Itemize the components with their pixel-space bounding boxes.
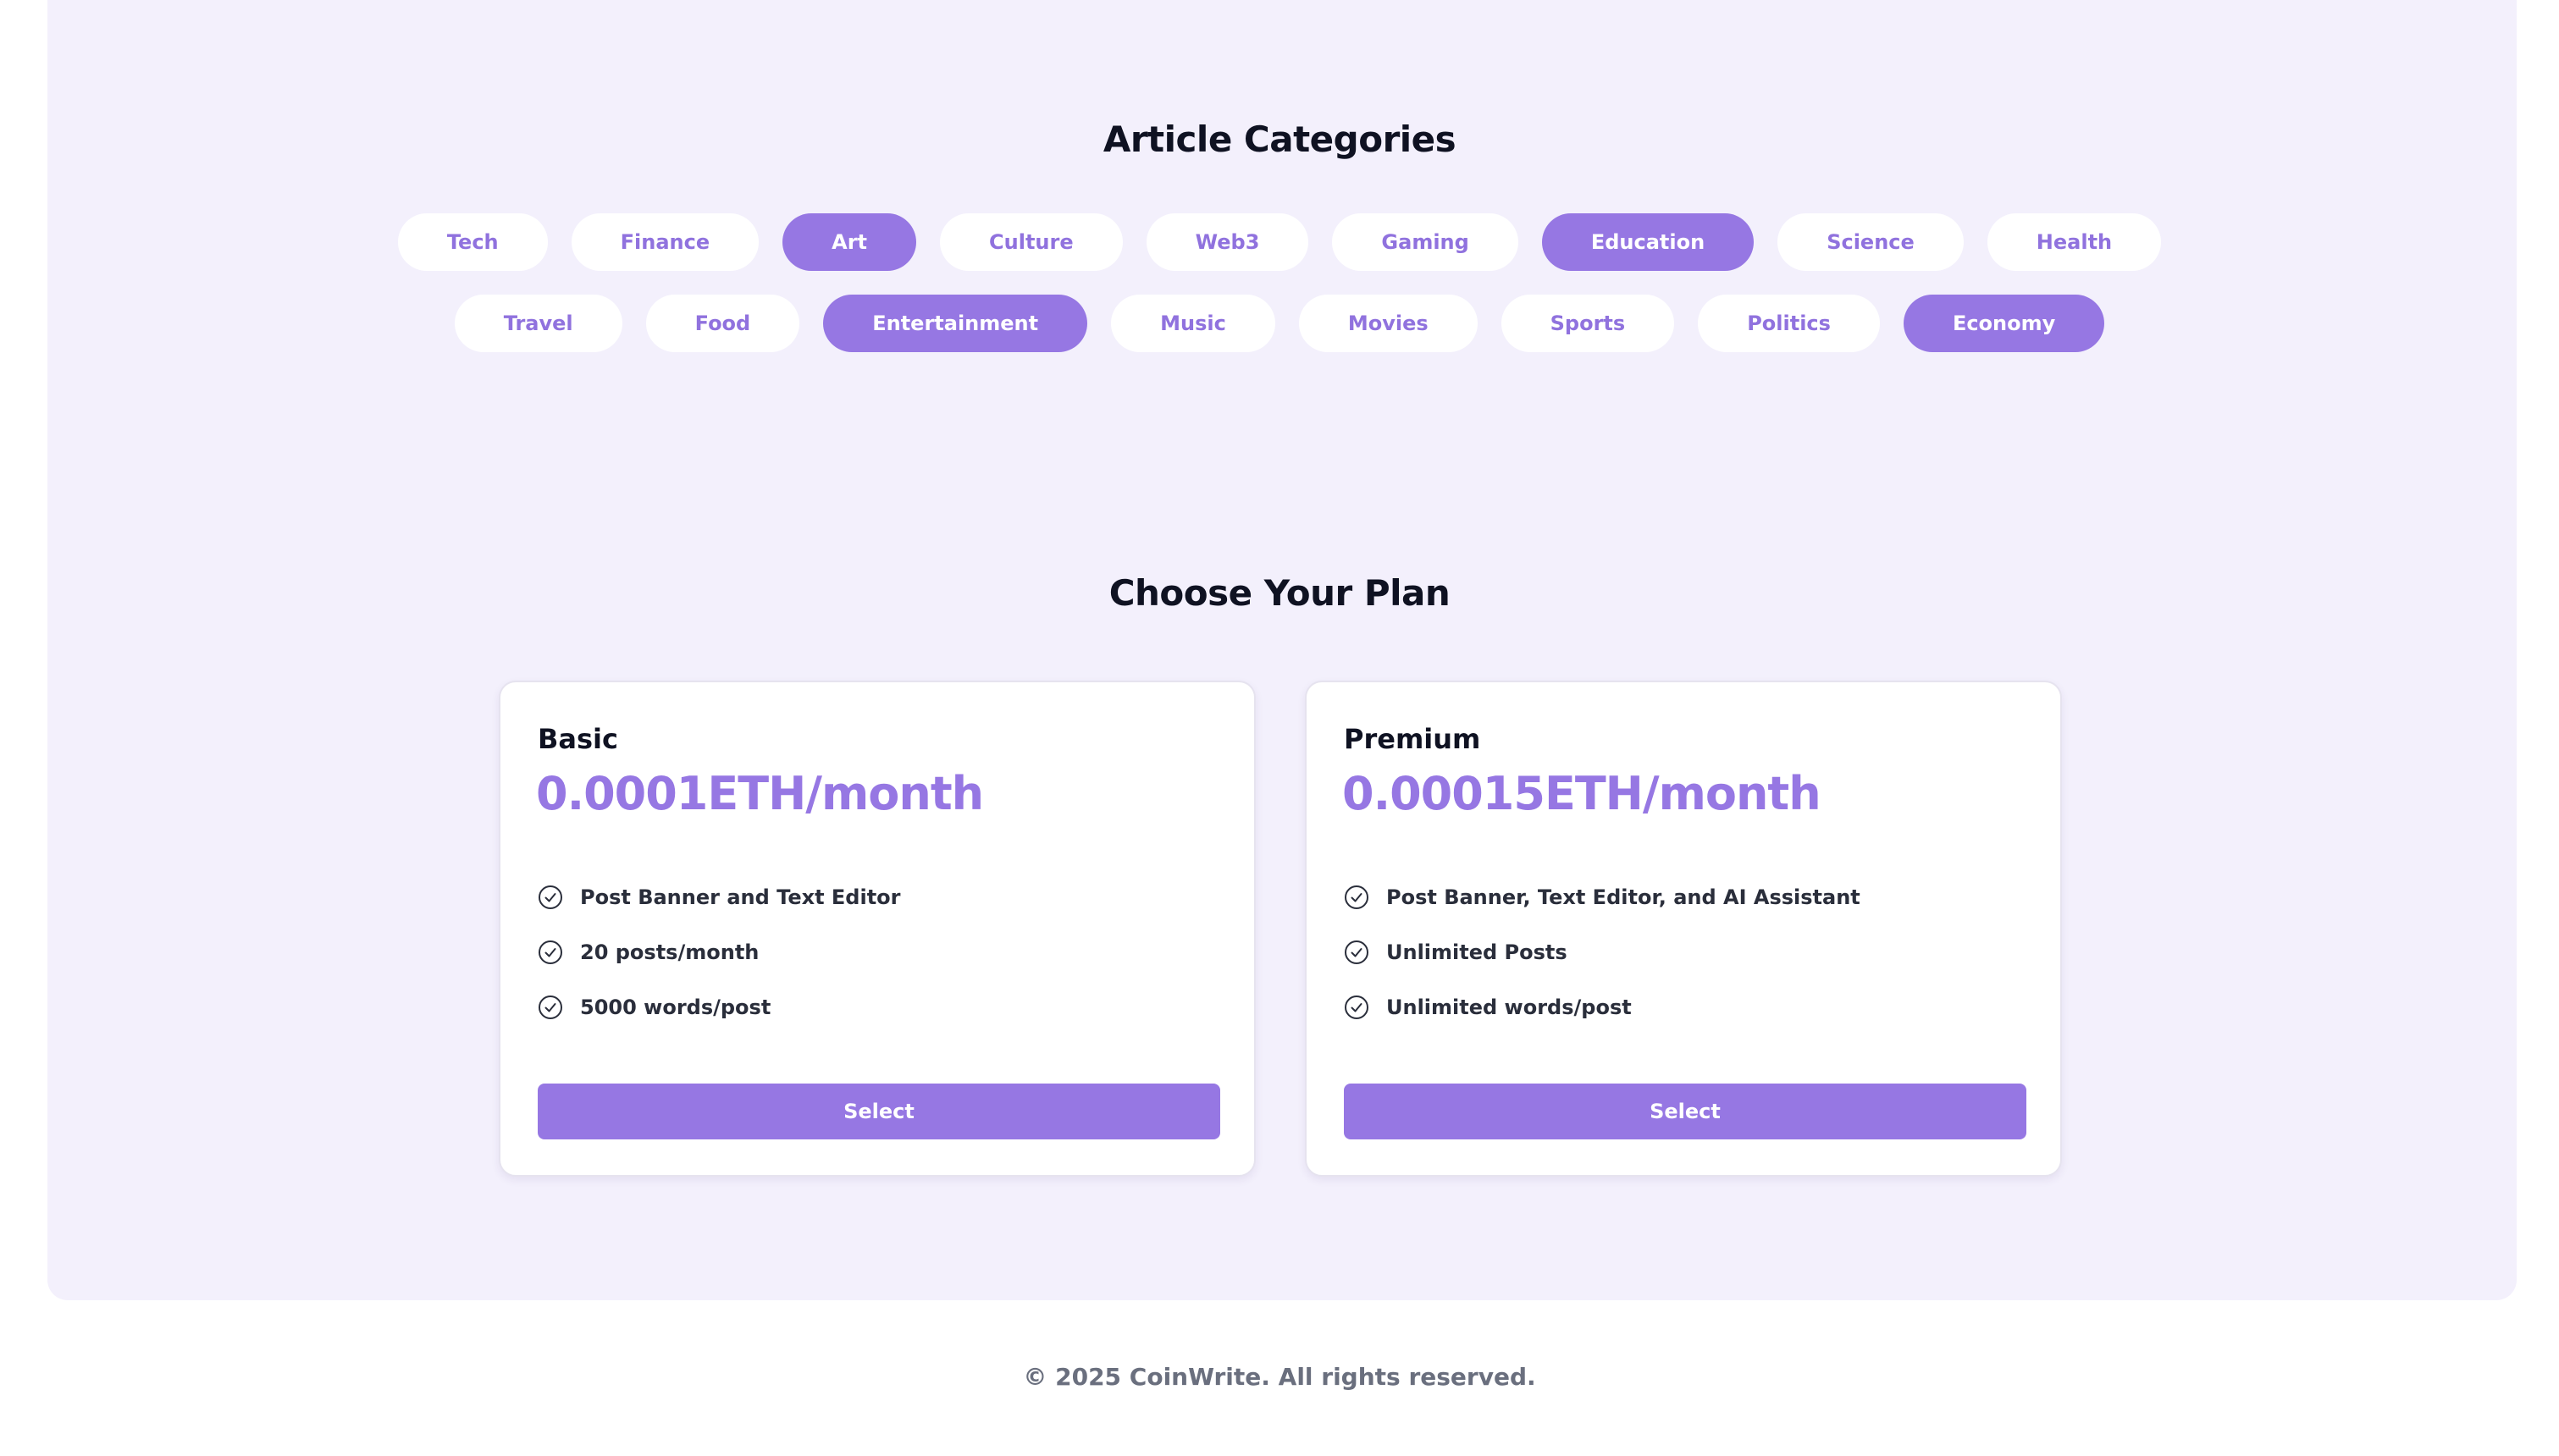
category-chip-science[interactable]: Science	[1777, 213, 1964, 271]
feature-text: 20 posts/month	[580, 940, 760, 964]
category-chip-politics[interactable]: Politics	[1698, 295, 1880, 352]
plan-card-basic: Basic 0.0001ETH/month Post Banner and Te…	[499, 681, 1256, 1177]
feature-text: 5000 words/post	[580, 995, 771, 1019]
category-chip-education[interactable]: Education	[1541, 213, 1755, 271]
feature-text: Post Banner and Text Editor	[580, 885, 901, 909]
category-chip-finance[interactable]: Finance	[571, 213, 760, 271]
select-premium-button[interactable]: Select	[1344, 1084, 2026, 1139]
feature-item: 20 posts/month	[538, 939, 901, 966]
category-chip-culture[interactable]: Culture	[940, 213, 1123, 271]
plan-card-premium: Premium 0.00015ETH/month Post Banner, Te…	[1305, 681, 2062, 1177]
category-chip-tech[interactable]: Tech	[397, 213, 548, 271]
content-panel	[47, 0, 2517, 1300]
category-chip-economy[interactable]: Economy	[1903, 295, 2105, 352]
category-chip-travel[interactable]: Travel	[454, 295, 622, 352]
plan-name: Basic	[538, 723, 618, 755]
categories-title: Article Categories	[1103, 119, 1456, 160]
feature-list: Post Banner and Text Editor 20 posts/mon…	[538, 884, 901, 1049]
feature-item: 5000 words/post	[538, 994, 901, 1021]
check-circle-icon	[538, 940, 563, 965]
footer-copyright: © 2025 CoinWrite. All rights reserved.	[1023, 1363, 1536, 1391]
category-chip-entertainment[interactable]: Entertainment	[823, 295, 1088, 352]
plan-price: 0.0001ETH/month	[536, 767, 984, 820]
category-chip-art[interactable]: Art	[782, 213, 917, 271]
category-row-1: Tech Finance Art Culture Web3 Gaming Edu…	[0, 213, 2559, 271]
feature-list: Post Banner, Text Editor, and AI Assista…	[1344, 884, 1860, 1049]
feature-item: Unlimited Posts	[1344, 939, 1860, 966]
check-circle-icon	[1344, 995, 1369, 1020]
feature-item: Post Banner, Text Editor, and AI Assista…	[1344, 884, 1860, 911]
check-circle-icon	[538, 885, 563, 910]
category-chip-web3[interactable]: Web3	[1146, 213, 1309, 271]
plan-price: 0.00015ETH/month	[1342, 767, 1821, 820]
feature-text: Unlimited words/post	[1386, 995, 1632, 1019]
check-circle-icon	[538, 995, 563, 1020]
feature-item: Unlimited words/post	[1344, 994, 1860, 1021]
category-chip-health[interactable]: Health	[1987, 213, 2162, 271]
category-chip-sports[interactable]: Sports	[1501, 295, 1675, 352]
plan-name: Premium	[1344, 723, 1481, 755]
category-chip-music[interactable]: Music	[1111, 295, 1275, 352]
check-circle-icon	[1344, 885, 1369, 910]
category-chip-gaming[interactable]: Gaming	[1332, 213, 1518, 271]
select-basic-button[interactable]: Select	[538, 1084, 1220, 1139]
category-chip-movies[interactable]: Movies	[1298, 295, 1478, 352]
category-row-2: Travel Food Entertainment Music Movies S…	[0, 295, 2559, 352]
plans-title: Choose Your Plan	[1108, 572, 1451, 614]
feature-item: Post Banner and Text Editor	[538, 884, 901, 911]
feature-text: Unlimited Posts	[1386, 940, 1567, 964]
category-chip-food[interactable]: Food	[645, 295, 800, 352]
feature-text: Post Banner, Text Editor, and AI Assista…	[1386, 885, 1860, 909]
check-circle-icon	[1344, 940, 1369, 965]
